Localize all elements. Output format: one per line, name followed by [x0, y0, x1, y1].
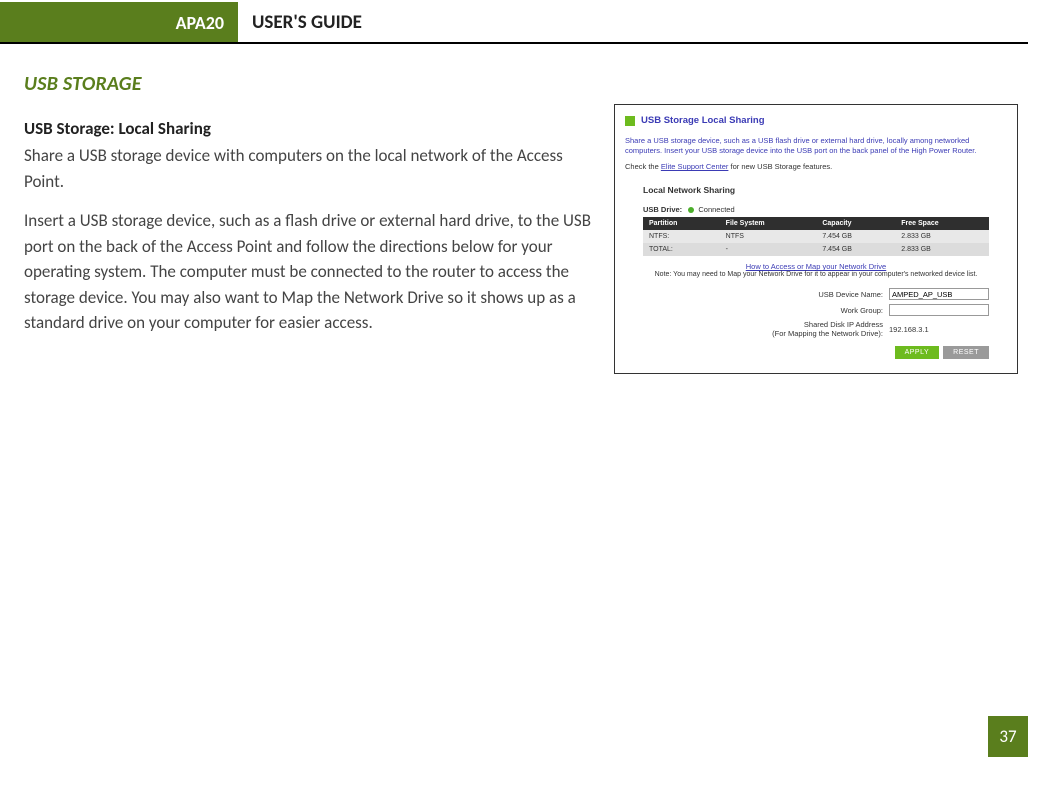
guide-title: USER'S GUIDE: [238, 1, 362, 42]
paragraph-1: Share a USB storage device with computer…: [24, 143, 596, 194]
cell: NTFS: [720, 230, 817, 243]
ip-label-line1: Shared Disk IP Address: [804, 320, 883, 329]
th-free: Free Space: [895, 217, 989, 230]
howto-link[interactable]: How to Access or Map your Network Drive: [746, 262, 886, 271]
cell: NTFS:: [643, 230, 720, 243]
cell: 7.454 GB: [816, 230, 895, 243]
table-header-row: Partition File System Capacity Free Spac…: [643, 217, 989, 230]
reset-button[interactable]: RESET: [943, 346, 989, 359]
note-suffix: for it to appear in your computer's netw…: [802, 271, 977, 278]
cell: 7.454 GB: [816, 243, 895, 256]
th-capacity: Capacity: [816, 217, 895, 230]
square-icon: [625, 116, 635, 126]
ip-value: 192.168.3.1: [889, 325, 989, 334]
panel-support-line: Check the Elite Support Center for new U…: [625, 162, 1007, 171]
text-column: USB STORAGE USB Storage: Local Sharing S…: [24, 72, 596, 374]
cell: 2.833 GB: [895, 243, 989, 256]
local-network-sharing: Local Network Sharing USB Drive: Connect…: [625, 185, 1007, 359]
page-header: APA20 USER'S GUIDE: [0, 0, 1028, 44]
page-number: 37: [988, 716, 1028, 757]
status-dot-icon: [688, 207, 694, 213]
screenshot-column: USB Storage Local Sharing Share a USB st…: [614, 72, 1018, 374]
panel-description: Share a USB storage device, such as a US…: [625, 136, 1007, 156]
button-row: APPLY RESET: [643, 346, 989, 359]
table-row: NTFS: NTFS 7.454 GB 2.833 GB: [643, 230, 989, 243]
form-row-workgroup: Work Group:: [643, 304, 989, 316]
form-row-device: USB Device Name:: [643, 288, 989, 300]
howto-row: How to Access or Map your Network Drive: [643, 262, 989, 271]
support-link[interactable]: Elite Support Center: [661, 162, 729, 171]
settings-panel: USB Storage Local Sharing Share a USB st…: [614, 104, 1018, 374]
partition-table: Partition File System Capacity Free Spac…: [643, 217, 989, 256]
lns-heading: Local Network Sharing: [643, 185, 989, 195]
page-content: USB STORAGE USB Storage: Local Sharing S…: [0, 44, 1042, 374]
model-badge: APA20: [0, 2, 238, 42]
th-filesystem: File System: [720, 217, 817, 230]
note-link[interactable]: Map your Network Drive: [727, 271, 802, 278]
note-row: Note: You may need to Map your Network D…: [643, 271, 989, 278]
note-prefix: Note: You may need to: [655, 271, 728, 278]
support-prefix: Check the: [625, 162, 661, 171]
usb-status: Connected: [698, 205, 734, 214]
workgroup-label: Work Group:: [733, 306, 883, 315]
table-row: TOTAL: - 7.454 GB 2.833 GB: [643, 243, 989, 256]
cell: 2.833 GB: [895, 230, 989, 243]
usb-drive-label: USB Drive:: [643, 205, 682, 214]
apply-button[interactable]: APPLY: [895, 346, 940, 359]
device-name-label: USB Device Name:: [733, 290, 883, 299]
cell: TOTAL:: [643, 243, 720, 256]
cell: -: [720, 243, 817, 256]
panel-title: USB Storage Local Sharing: [641, 115, 765, 126]
ip-label: Shared Disk IP Address (For Mapping the …: [733, 320, 883, 338]
paragraph-2: Insert a USB storage device, such as a f…: [24, 208, 596, 336]
section-subtitle: USB Storage: Local Sharing: [24, 118, 596, 139]
section-title: USB STORAGE: [24, 72, 596, 96]
th-partition: Partition: [643, 217, 720, 230]
device-name-input[interactable]: [889, 288, 989, 300]
panel-title-row: USB Storage Local Sharing: [625, 115, 1007, 126]
support-suffix: for new USB Storage features.: [728, 162, 832, 171]
usb-drive-row: USB Drive: Connected: [643, 205, 989, 214]
workgroup-input[interactable]: [889, 304, 989, 316]
ip-label-line2: (For Mapping the Network Drive):: [772, 329, 883, 338]
form-row-ip: Shared Disk IP Address (For Mapping the …: [643, 320, 989, 338]
